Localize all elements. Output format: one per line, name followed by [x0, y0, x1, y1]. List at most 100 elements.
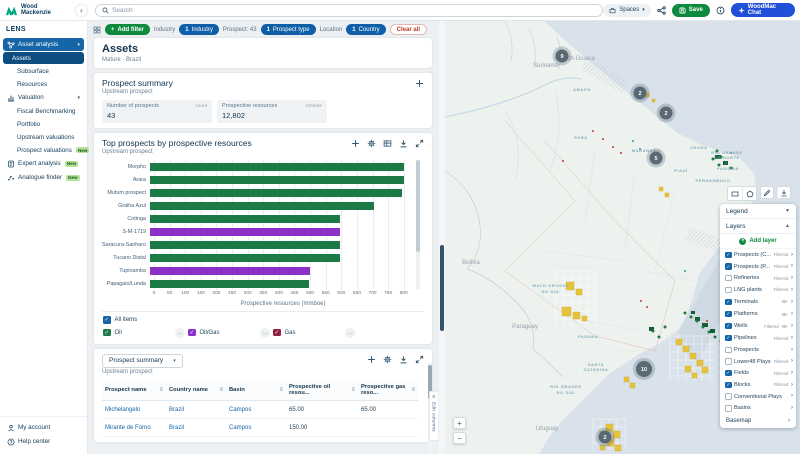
layer-row-fields[interactable]: ✓FieldsFiltered› [720, 367, 796, 379]
column-menu-icon[interactable]: ≡ [411, 387, 415, 393]
layer-row-basins[interactable]: Basins› [720, 402, 796, 414]
download-icon[interactable] [399, 355, 408, 364]
expand-icon[interactable] [415, 355, 424, 364]
layer-checkbox[interactable] [725, 275, 732, 282]
layer-row-terminals[interactable]: ✓Terminals› [720, 296, 796, 308]
legend-checkbox-oil-gas[interactable]: ✓ [188, 329, 196, 337]
table-cell[interactable]: Brazil [166, 419, 226, 437]
map-canvas[interactable]: SurinameFrench GuianaBoliviaParaguayUrug… [445, 21, 800, 454]
woodmac-chat-button[interactable]: WoodMac Chat [731, 3, 795, 17]
search-bar[interactable] [95, 4, 603, 17]
search-input[interactable] [112, 7, 596, 14]
chart-bar-cotinga[interactable] [150, 215, 340, 223]
layer-checkbox[interactable] [725, 358, 732, 365]
download-icon[interactable] [399, 139, 408, 148]
chart-bar-papagaio-lunda[interactable] [150, 280, 309, 288]
gear-icon[interactable] [383, 355, 392, 364]
rectangle-select-icon[interactable] [728, 187, 742, 200]
layer-row-prospects[interactable]: Prospects› [720, 344, 796, 356]
info-icon[interactable] [716, 6, 725, 15]
layer-checkbox[interactable]: ✓ [725, 311, 732, 318]
layer-checkbox[interactable] [725, 405, 732, 412]
layer-checkbox[interactable]: ✓ [725, 335, 732, 342]
sidebar-item-resources[interactable]: Resources [3, 78, 84, 90]
chart-bar-morpho[interactable] [150, 163, 404, 171]
layer-checkbox[interactable]: ✓ [725, 263, 732, 270]
layer-row-lng-plants[interactable]: LNG plantsFiltered› [720, 284, 796, 296]
share-icon[interactable] [657, 6, 666, 15]
sidebar-item-prospect-valuations[interactable]: Prospect valuationsNew [3, 144, 84, 156]
layer-checkbox[interactable] [725, 347, 732, 354]
table-cell[interactable]: Brazil [166, 401, 226, 419]
column-menu-icon[interactable]: ≡ [159, 387, 163, 393]
layer-row-blocks[interactable]: ✓BlocksFiltered› [720, 379, 796, 391]
legend-header[interactable]: Legend ▼ [720, 204, 796, 219]
column-menu-icon[interactable]: ≡ [279, 387, 283, 393]
add-layer-button[interactable]: + Add layer [720, 234, 796, 249]
chart-scrollbar[interactable] [416, 160, 420, 290]
plus-icon[interactable] [367, 355, 376, 364]
layer-checkbox[interactable]: ✓ [725, 252, 732, 259]
column-header-prospective-gas-reso[interactable]: Prospective gas reso...≡ [358, 380, 418, 401]
zoom-in-button[interactable]: + [453, 417, 466, 429]
expand-icon[interactable] [415, 139, 424, 148]
layer-row-refineries[interactable]: RefineriesFiltered› [720, 272, 796, 284]
table-cell[interactable]: Campos [226, 419, 286, 437]
column-header-prospect-name[interactable]: Prospect name≡ [102, 380, 166, 401]
sidebar-item-valuation[interactable]: Valuation▾ [3, 91, 84, 104]
layer-checkbox[interactable] [725, 393, 732, 400]
table-cell[interactable]: Campos [226, 401, 286, 419]
table-view-selector[interactable]: Prospect summary ▾ [102, 354, 183, 368]
layer-checkbox[interactable]: ✓ [725, 323, 732, 330]
layer-row-wells[interactable]: ✓WellsFiltered› [720, 320, 796, 332]
chart-bar-s-m-1719[interactable] [150, 228, 340, 236]
layer-row-conventional-plays[interactable]: Conventional Plays› [720, 391, 796, 403]
edit-columns-tab[interactable]: ≡ Edit columns [429, 391, 438, 441]
sidebar-item-analogue-finder[interactable]: Analogue finderNew [3, 171, 84, 184]
sidebar-item-upstream-valuations[interactable]: Upstream valuations [3, 131, 84, 143]
layer-row-prospects-c[interactable]: ✓Prospects (C...Filtered› [720, 249, 796, 261]
gear-icon[interactable] [367, 139, 376, 148]
content-scrollbar[interactable] [439, 21, 445, 454]
legend-options-button[interactable]: … [345, 328, 355, 338]
table-cell[interactable]: Mirante de Forno [102, 419, 166, 437]
legend-options-button[interactable]: … [175, 328, 185, 338]
filter-chip-country[interactable]: 1Country [346, 24, 385, 35]
legend-options-button[interactable]: … [260, 328, 270, 338]
sidebar-item-my-account[interactable]: My account [3, 421, 84, 434]
sidebar-item-subsurface[interactable]: Subsurface [3, 65, 84, 77]
filter-grid-icon[interactable] [93, 26, 101, 34]
table-cell[interactable]: Michelangelo [102, 401, 166, 419]
sidebar-item-assets[interactable]: Assets [3, 52, 84, 64]
column-menu-icon[interactable]: ≡ [351, 387, 355, 393]
column-menu-icon[interactable]: ≡ [219, 387, 223, 393]
layers-header[interactable]: Layers ▲ [720, 219, 796, 234]
layer-row-lower48-plays[interactable]: Lower48 PlaysFiltered› [720, 356, 796, 368]
clear-all-button[interactable]: Clear all [390, 24, 427, 35]
table-icon[interactable] [383, 139, 392, 148]
layer-checkbox[interactable]: ✓ [725, 299, 732, 306]
layer-row-platforms[interactable]: ✓Platforms› [720, 308, 796, 320]
filter-chip-prospect-type[interactable]: 1Prospect type [261, 24, 316, 35]
chart-bar-tucano-distal[interactable] [150, 254, 340, 262]
layer-checkbox[interactable]: ✓ [725, 382, 732, 389]
legend-checkbox-gas[interactable]: ✓ [273, 329, 281, 337]
column-header-country-name[interactable]: Country name≡ [166, 380, 226, 401]
legend-checkbox-oil[interactable]: ✓ [103, 329, 111, 337]
add-filter-button[interactable]: +Add filter [105, 24, 150, 35]
layer-checkbox[interactable] [725, 287, 732, 294]
measure-icon[interactable] [760, 186, 774, 199]
column-header-prospective-oil-resou[interactable]: Prospective oil resou...≡ [286, 380, 358, 401]
sidebar-item-expert-analysis[interactable]: Expert analysisNew [3, 157, 84, 170]
sidebar-item-help-center[interactable]: Help center [3, 435, 84, 448]
chart-bar-gralha-azul[interactable] [150, 202, 374, 210]
sidebar-item-portfolio[interactable]: Portfolio [3, 118, 84, 130]
sidebar-collapse-button[interactable]: ‹ [76, 5, 87, 16]
sidebar-item-asset-analysis[interactable]: Asset analysis▾ [3, 38, 84, 51]
plus-icon[interactable] [351, 139, 360, 148]
all-items-checkbox[interactable]: ✓ [103, 316, 111, 324]
basemap-row[interactable]: Basemap › [720, 414, 796, 427]
save-button[interactable]: Save [672, 4, 710, 17]
add-icon[interactable] [415, 79, 424, 88]
chart-bar-tupinamba[interactable] [150, 267, 310, 275]
